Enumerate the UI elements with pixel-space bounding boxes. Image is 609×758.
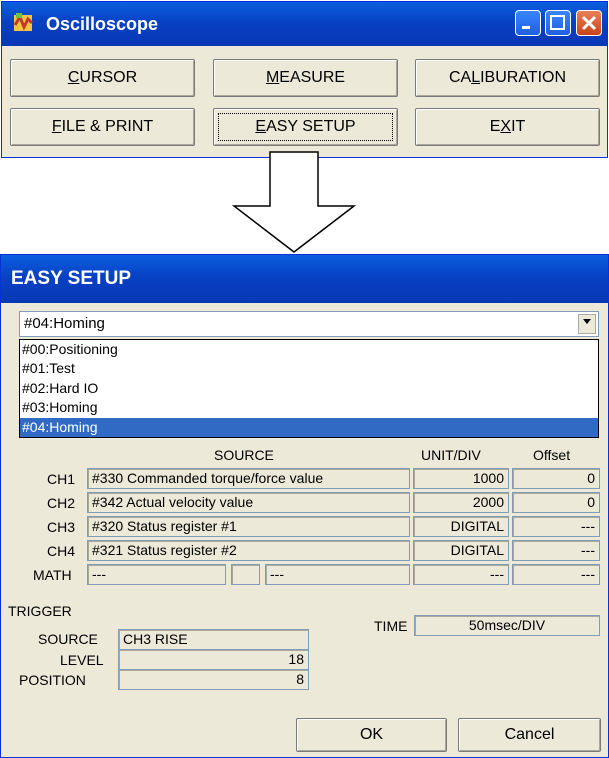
ok-button[interactable]: OK xyxy=(296,718,447,752)
easy-setup-title: EASY SETUP xyxy=(11,268,132,289)
time-field[interactable]: 50msec/DIV xyxy=(414,615,600,636)
math-operand-a-field[interactable]: --- xyxy=(87,564,226,585)
easy-setup-titlebar[interactable]: EASY SETUP xyxy=(1,255,608,303)
ch2-label: CH2 xyxy=(47,495,76,511)
source-header: SOURCE xyxy=(214,447,274,463)
preset-option[interactable]: #00:Positioning xyxy=(20,340,598,359)
close-button[interactable] xyxy=(576,10,602,36)
calibration-button[interactable]: CALIBURATION xyxy=(415,59,600,97)
maximize-icon xyxy=(550,15,565,30)
math-unit-field[interactable]: --- xyxy=(413,564,509,585)
ch1-label: CH1 xyxy=(47,471,76,487)
ch2-offset-field[interactable]: 0 xyxy=(512,492,600,513)
preset-dropdown-list: #00:Positioning #01:Test #02:Hard IO #03… xyxy=(19,339,599,438)
trigger-level-field[interactable]: 18 xyxy=(118,649,309,670)
trigger-level-label: LEVEL xyxy=(60,652,104,668)
ch4-label: CH4 xyxy=(47,543,76,559)
cursor-button[interactable]: CURSOR xyxy=(10,59,195,97)
trigger-title: TRIGGER xyxy=(8,603,72,619)
preset-option[interactable]: #02:Hard IO xyxy=(20,379,598,398)
trigger-position-label: POSITION xyxy=(19,672,86,688)
math-offset-field[interactable]: --- xyxy=(512,564,600,585)
ch1-offset-field[interactable]: 0 xyxy=(512,468,600,489)
chevron-down-icon xyxy=(583,319,591,324)
trigger-source-label: SOURCE xyxy=(38,631,98,647)
math-operand-b-field[interactable]: --- xyxy=(265,564,410,585)
oscilloscope-titlebar[interactable]: Oscilloscope xyxy=(2,2,607,46)
oscilloscope-window: Oscilloscope CURSOR MEASURE CALIBURATION… xyxy=(1,1,608,158)
ch4-source-field[interactable]: #321 Status register #2 xyxy=(87,540,410,561)
offset-header: Offset xyxy=(533,447,571,463)
preset-option[interactable]: #01:Test xyxy=(20,359,598,378)
ch1-unit-field[interactable]: 1000 xyxy=(413,468,509,489)
easy-setup-button[interactable]: EASY SETUP xyxy=(213,108,398,146)
preset-select[interactable]: #04:Homing xyxy=(19,311,599,337)
measure-button[interactable]: MEASURE xyxy=(213,59,398,97)
minimize-button[interactable] xyxy=(515,10,541,36)
ch4-offset-field[interactable]: --- xyxy=(512,540,600,561)
ch4-unit-field[interactable]: DIGITAL xyxy=(413,540,509,561)
minimize-icon xyxy=(522,26,530,29)
ch3-offset-field[interactable]: --- xyxy=(512,516,600,537)
math-label: MATH xyxy=(33,567,72,583)
ch3-source-field[interactable]: #320 Status register #1 xyxy=(87,516,410,537)
time-label: TIME xyxy=(374,618,408,634)
oscilloscope-title: Oscilloscope xyxy=(46,14,159,34)
file-print-button[interactable]: FILE & PRINT xyxy=(10,108,195,146)
unit-div-header: UNIT/DIV xyxy=(421,447,481,463)
cancel-button[interactable]: Cancel xyxy=(458,718,601,752)
preset-selected-value: #04:Homing xyxy=(24,315,105,332)
trigger-source-field[interactable]: CH3 RISE xyxy=(118,629,309,650)
ch1-source-field[interactable]: #330 Commanded torque/force value xyxy=(87,468,410,489)
ch2-unit-field[interactable]: 2000 xyxy=(413,492,509,513)
exit-button[interactable]: EXIT xyxy=(415,108,600,146)
maximize-button[interactable] xyxy=(545,10,571,36)
app-icon xyxy=(13,13,34,31)
easy-setup-window: EASY SETUP #04:Homing #00:Positioning #0… xyxy=(0,254,609,758)
close-icon xyxy=(581,15,597,31)
down-arrow-icon xyxy=(232,151,357,253)
ch3-label: CH3 xyxy=(47,519,76,535)
preset-option[interactable]: #03:Homing xyxy=(20,398,598,417)
ch2-source-field[interactable]: #342 Actual velocity value xyxy=(87,492,410,513)
dropdown-arrow-button[interactable] xyxy=(578,314,596,334)
preset-option-selected[interactable]: #04:Homing xyxy=(20,417,598,437)
trigger-position-field[interactable]: 8 xyxy=(118,669,309,690)
math-operator-field[interactable] xyxy=(231,564,260,585)
ch3-unit-field[interactable]: DIGITAL xyxy=(413,516,509,537)
